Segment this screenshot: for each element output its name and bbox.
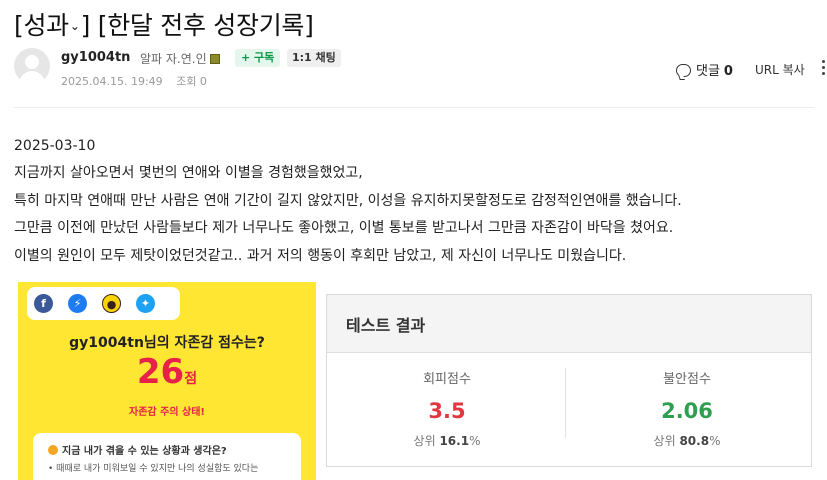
- avatar[interactable]: [14, 48, 50, 84]
- post-title: [성과⌄] [한달 전후 성장기록]: [14, 6, 314, 42]
- rank-unit: %: [469, 434, 481, 448]
- situation-heading: 지금 내가 겪을 수 있는 상황과 생각은?: [48, 442, 301, 457]
- facebook-icon[interactable]: f: [34, 294, 53, 313]
- lightbulb-icon: [48, 445, 58, 455]
- share-bar: f ⚡ ● ✦: [27, 287, 180, 320]
- situation-text: • 때때로 내가 미워보일 수 있지만 나의 성실함도 있다는: [48, 464, 259, 474]
- situation-title-text: 지금 내가 겪을 수 있는 상황과 생각은?: [62, 446, 227, 457]
- stat-divider: [565, 368, 566, 438]
- anxiety-value: 2.06: [661, 399, 713, 423]
- category-dropdown[interactable]: [성과⌄]: [14, 11, 90, 40]
- member-grade: 알파 자.연.인: [140, 50, 220, 67]
- post-body: 2025-03-10 지금까지 살아오면서 몇번의 연애와 이별을 경험했을했었…: [14, 133, 682, 270]
- divider: [14, 107, 814, 108]
- category-label: [성과: [14, 11, 69, 40]
- situation-box: 지금 내가 겪을 수 있는 상황과 생각은? • 때때로 내가 미워보일 수 있…: [33, 433, 301, 480]
- test-result-card: 테스트 결과 회피점수 3.5 상위 16.1% 불안점수 2.06 상위 80…: [326, 294, 812, 467]
- score-unit: 점: [184, 371, 198, 387]
- category-close-bracket: ]: [80, 11, 91, 40]
- anxiety-rank: 상위 80.8%: [567, 432, 807, 449]
- comment-label: 댓글: [696, 64, 720, 79]
- body-line: 지금까지 살아오면서 몇번의 연애와 이별을 경험했을했었고,: [14, 165, 363, 182]
- member-grade-label: 알파 자.연.인: [140, 52, 207, 66]
- author-info: gy1004tn 알파 자.연.인 + 구독 1:1 채팅 2025.04.15…: [14, 46, 825, 92]
- comment-count: 0: [723, 64, 733, 79]
- score-state: 자존감 주의 상태!: [129, 407, 205, 418]
- score-value: 26점: [18, 352, 316, 392]
- body-line: 그만큼 이전에 만났던 사람들보다 제가 너무나도 좋아했고, 이별 통보를 받…: [14, 220, 674, 237]
- rank-value: 16.1: [439, 434, 470, 448]
- url-copy-button[interactable]: URL 복사: [755, 61, 805, 78]
- self-esteem-score-card: f ⚡ ● ✦ gy1004tn님의 자존감 점수는? 26점 자존감 주의 상…: [18, 282, 316, 480]
- avoidance-score: 회피점수 3.5 상위 16.1%: [327, 368, 567, 449]
- anxiety-score: 불안점수 2.06 상위 80.8%: [567, 368, 807, 449]
- avoidance-rank: 상위 16.1%: [327, 432, 567, 449]
- avoidance-label: 회피점수: [423, 372, 471, 387]
- kakaotalk-icon[interactable]: ●: [102, 294, 121, 313]
- post-date: 2025.04.15. 19:49: [61, 75, 163, 88]
- post-meta: 2025.04.15. 19:49 조회 0: [61, 73, 207, 89]
- post-subject: [한달 전후 성장기록]: [97, 11, 314, 40]
- body-line: 이별의 원인이 모두 제탓이었던것같고.. 과거 저의 행동이 후회만 남았고,…: [14, 247, 627, 264]
- comment-icon: [676, 64, 691, 77]
- rank-prefix: 상위: [413, 434, 436, 448]
- body-line: 2025-03-10: [14, 138, 96, 154]
- test-result-header: 테스트 결과: [327, 295, 811, 353]
- messenger-icon[interactable]: ⚡: [68, 294, 87, 313]
- twitter-icon[interactable]: ✦: [136, 294, 155, 313]
- more-options-icon[interactable]: [820, 60, 826, 78]
- score-title: gy1004tn님의 자존감 점수는?: [69, 335, 265, 351]
- rank-value: 80.8: [679, 434, 710, 448]
- score-number: 26: [136, 352, 185, 392]
- avoidance-value: 3.5: [428, 399, 466, 423]
- chat-button[interactable]: 1:1 채팅: [287, 49, 341, 67]
- anxiety-label: 불안점수: [663, 372, 711, 387]
- chevron-down-icon: ⌄: [69, 19, 80, 33]
- author-nickname[interactable]: gy1004tn: [61, 50, 130, 65]
- subscribe-button[interactable]: + 구독: [235, 49, 281, 67]
- grade-icon: [209, 54, 220, 64]
- comment-button[interactable]: 댓글 0: [676, 60, 733, 79]
- rank-prefix: 상위: [653, 434, 676, 448]
- rank-unit: %: [709, 434, 721, 448]
- view-count: 조회 0: [176, 75, 207, 88]
- body-line: 특히 마지막 연애때 만난 사람은 연애 기간이 길지 않았지만, 이성을 유지…: [14, 192, 682, 209]
